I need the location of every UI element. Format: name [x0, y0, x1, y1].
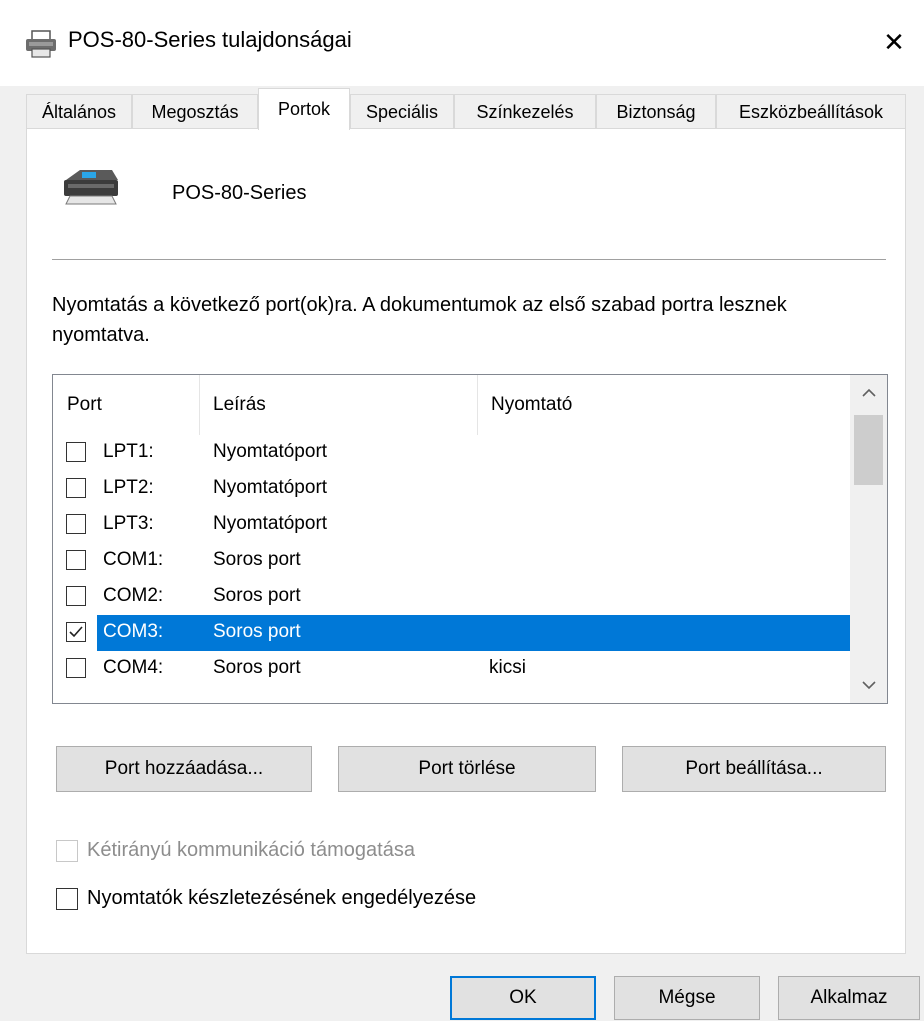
- port-desc: Soros port: [213, 549, 301, 570]
- ok-button[interactable]: OK: [450, 976, 596, 1020]
- scroll-thumb[interactable]: [854, 415, 883, 485]
- scroll-down-button[interactable]: [850, 667, 887, 703]
- port-row[interactable]: COM2: Soros port: [53, 579, 850, 615]
- printer-pooling-checkbox[interactable]: [56, 888, 78, 910]
- port-row[interactable]: LPT1: Nyomtatóport: [53, 435, 850, 471]
- tab-biztonsag[interactable]: Biztonság: [596, 94, 716, 129]
- port-row[interactable]: LPT3: Nyomtatóport: [53, 507, 850, 543]
- printer-pooling-label: Nyomtatók készletezésének engedélyezése: [87, 887, 477, 909]
- chevron-up-icon: [861, 388, 876, 397]
- port-desc: Soros port: [213, 585, 301, 606]
- tab-specialis[interactable]: Speciális: [350, 94, 454, 129]
- column-header-printer[interactable]: Nyomtató: [477, 375, 850, 435]
- delete-port-button[interactable]: Port törlése: [338, 746, 596, 792]
- tab-portok[interactable]: Portok: [258, 88, 350, 130]
- selection-highlight: [97, 615, 850, 651]
- bidirectional-checkbox[interactable]: [56, 840, 78, 862]
- port-row-selected[interactable]: COM3: Soros port: [53, 615, 850, 651]
- title-bar: POS-80-Series tulajdonságai ✕: [0, 0, 924, 86]
- port-desc: Soros port: [213, 657, 301, 678]
- tab-strip: Általános Megosztás Portok Speciális Szí…: [26, 88, 906, 130]
- port-printer: kicsi: [489, 657, 526, 678]
- bidirectional-label: Kétirányú kommunikáció támogatása: [87, 839, 415, 861]
- port-checkbox[interactable]: [66, 442, 86, 462]
- apply-button[interactable]: Alkalmaz: [778, 976, 920, 1020]
- chevron-down-icon: [861, 681, 876, 690]
- port-description: Nyomtatás a következő port(ok)ra. A doku…: [52, 294, 787, 346]
- column-header-description[interactable]: Leírás: [199, 375, 477, 435]
- close-button[interactable]: ✕: [864, 14, 924, 70]
- port-checkbox[interactable]: [66, 622, 86, 642]
- tab-altalanos[interactable]: Általános: [26, 94, 132, 129]
- port-checkbox[interactable]: [66, 550, 86, 570]
- printer-icon: [26, 30, 56, 58]
- tab-szinkezeles[interactable]: Színkezelés: [454, 94, 596, 129]
- port-desc: Nyomtatóport: [213, 513, 328, 534]
- port-name: COM4:: [103, 657, 164, 678]
- configure-port-button[interactable]: Port beállítása...: [622, 746, 886, 792]
- tab-eszkozbeallitasok[interactable]: Eszközbeállítások: [716, 94, 906, 129]
- port-row[interactable]: COM1: Soros port: [53, 543, 850, 579]
- port-checkbox[interactable]: [66, 658, 86, 678]
- printer-icon: [64, 170, 118, 205]
- port-checkbox[interactable]: [66, 478, 86, 498]
- port-desc: Nyomtatóport: [213, 441, 328, 462]
- port-desc: Nyomtatóport: [213, 477, 328, 498]
- port-name: COM1:: [103, 549, 164, 570]
- port-row[interactable]: COM4: Soros port kicsi: [53, 651, 850, 687]
- divider: [52, 259, 886, 260]
- port-checkbox[interactable]: [66, 514, 86, 534]
- scroll-up-button[interactable]: [850, 375, 887, 411]
- port-list[interactable]: Port Leírás Nyomtató LPT1: Nyomtatóport …: [52, 374, 888, 704]
- column-header-port[interactable]: Port: [53, 375, 199, 435]
- vertical-scrollbar[interactable]: [850, 375, 887, 703]
- port-desc: Soros port: [213, 621, 301, 642]
- add-port-button[interactable]: Port hozzáadása...: [56, 746, 312, 792]
- port-name: LPT1:: [103, 441, 154, 462]
- window-title: POS-80-Series tulajdonságai: [68, 27, 352, 52]
- port-row[interactable]: LPT2: Nyomtatóport: [53, 471, 850, 507]
- checkmark-icon: [69, 626, 83, 638]
- port-name: COM2:: [103, 585, 164, 606]
- port-name: COM3:: [103, 621, 164, 642]
- tab-megosztas[interactable]: Megosztás: [132, 94, 258, 129]
- port-name: LPT2:: [103, 477, 154, 498]
- cancel-button[interactable]: Mégse: [614, 976, 760, 1020]
- close-icon: ✕: [883, 26, 905, 57]
- printer-name: POS-80-Series: [172, 182, 307, 204]
- port-checkbox[interactable]: [66, 586, 86, 606]
- port-name: LPT3:: [103, 513, 154, 534]
